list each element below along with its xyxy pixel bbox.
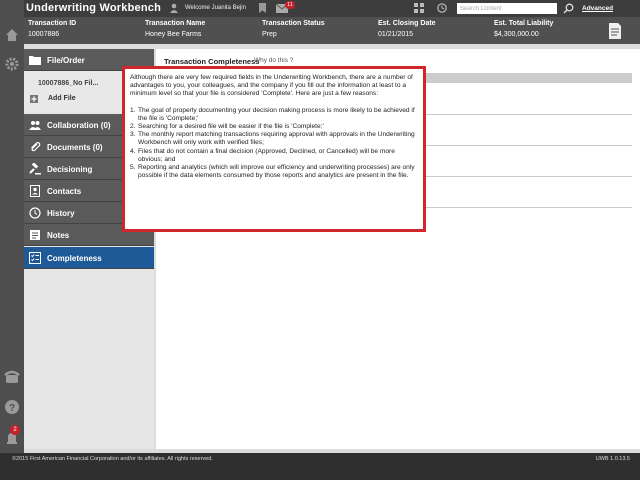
search-input[interactable] — [457, 3, 557, 14]
reason-text: Files that do not contain a final decisi… — [138, 147, 395, 163]
left-rail: ? 2 — [0, 0, 24, 480]
nav-collaboration-label: Collaboration (0) — [47, 121, 111, 130]
top-header: Underwriting Workbench Welcome Juanita B… — [24, 0, 640, 17]
tx-name-value: Honey Bee Farms — [145, 31, 202, 38]
reason-item: 4. Files that do not contain a final deci… — [130, 148, 418, 164]
nav-completeness[interactable]: Completeness — [24, 247, 154, 269]
add-file-button[interactable]: Add File — [48, 95, 76, 102]
tx-liability-label: Est. Total Liability — [494, 20, 554, 27]
tx-id-column: Transaction ID 10007886 — [28, 20, 76, 38]
copyright-text: ©2015 First American Financial Corporati… — [12, 456, 213, 462]
reason-text: Reporting and analytics (which will impr… — [138, 164, 415, 180]
tx-closing-label: Est. Closing Date — [378, 20, 436, 27]
bookmark-icon[interactable] — [258, 3, 267, 13]
version-text: UWB 1.0.13.5 — [595, 456, 630, 462]
nav-contacts-label: Contacts — [47, 187, 82, 196]
nav-decisioning-label: Decisioning — [47, 165, 93, 174]
people-icon — [29, 119, 41, 131]
nav-completeness-label: Completeness — [47, 254, 102, 263]
tx-name-label: Transaction Name — [145, 20, 206, 27]
paperclip-icon — [29, 141, 41, 153]
document-icon[interactable] — [608, 23, 622, 39]
welcome-text: Welcome Juanita Bejin — [185, 5, 246, 11]
footer: ©2015 First American Financial Corporati… — [0, 453, 640, 480]
checklist-icon — [29, 252, 41, 264]
notes-icon — [29, 229, 41, 241]
tx-status-column: Transaction Status Prep — [262, 20, 325, 38]
reason-number: 2. — [130, 123, 136, 131]
advanced-search-link[interactable]: Advanced — [582, 5, 613, 12]
reason-number: 4. — [130, 147, 136, 155]
contact-card-icon — [29, 185, 41, 197]
add-icon[interactable] — [30, 95, 38, 103]
tx-status-label: Transaction Status — [262, 20, 325, 27]
tx-name-column: Transaction Name Honey Bee Farms — [145, 20, 205, 38]
tx-liability-column: Est. Total Liability $4,300,000.00 — [494, 20, 553, 38]
notification-badge: 2 — [10, 425, 20, 435]
folder-icon — [29, 54, 41, 66]
tx-id-value: 10007886 — [28, 31, 60, 38]
home-icon[interactable] — [4, 27, 20, 43]
reason-item: 2. Searching for a desired file will be e… — [130, 123, 418, 131]
search-icon[interactable] — [563, 3, 574, 14]
reason-number: 3. — [130, 131, 136, 139]
reason-text: Searching for a desired file will be eas… — [138, 123, 324, 131]
why-popup: Although there are very few required fie… — [122, 66, 426, 232]
app-title: Underwriting Workbench — [26, 2, 161, 14]
reason-text: The goal of properly documenting your de… — [138, 106, 415, 122]
tx-closing-value: 01/21/2015 — [378, 31, 414, 38]
reason-number: 5. — [130, 164, 136, 172]
reasons-list: 1. The goal of properly documenting your … — [130, 107, 418, 181]
clock-icon[interactable] — [437, 3, 447, 13]
reason-number: 1. — [130, 106, 136, 114]
nav-file-order-label: File/Order — [47, 56, 85, 65]
transaction-summary: Transaction ID 10007886 Transaction Name… — [24, 17, 640, 44]
nav-documents-label: Documents (0) — [47, 143, 103, 152]
history-icon — [29, 207, 41, 219]
grid-icon[interactable] — [414, 3, 424, 13]
gear-icon[interactable] — [4, 56, 20, 72]
why-link[interactable]: Why do this ? — [254, 57, 293, 64]
reason-item: 1. The goal of properly documenting your … — [130, 107, 418, 123]
file-name-link[interactable]: 10007886_No Fil... — [38, 80, 98, 87]
phone-icon[interactable] — [4, 369, 20, 385]
svg-text:?: ? — [9, 403, 15, 414]
popup-intro: Although there are very few required fie… — [130, 74, 413, 98]
tx-id-label: Transaction ID — [28, 20, 77, 27]
tx-status-value: Prep — [262, 31, 277, 38]
gavel-icon — [29, 162, 41, 175]
mail-count-badge: 11 — [285, 1, 295, 9]
nav-notes-label: Notes — [47, 231, 70, 240]
reason-item: 3. The monthly report matching transactio… — [130, 131, 418, 147]
reason-text: The monthly report matching transactions… — [138, 131, 415, 147]
help-icon[interactable]: ? — [4, 399, 20, 415]
tx-closing-column: Est. Closing Date 01/21/2015 — [378, 20, 436, 38]
tx-liability-value: $4,300,000.00 — [494, 31, 539, 38]
reason-item: 5. Reporting and analytics (which will im… — [130, 164, 418, 180]
user-icon[interactable] — [169, 3, 179, 13]
nav-history-label: History — [47, 209, 75, 218]
